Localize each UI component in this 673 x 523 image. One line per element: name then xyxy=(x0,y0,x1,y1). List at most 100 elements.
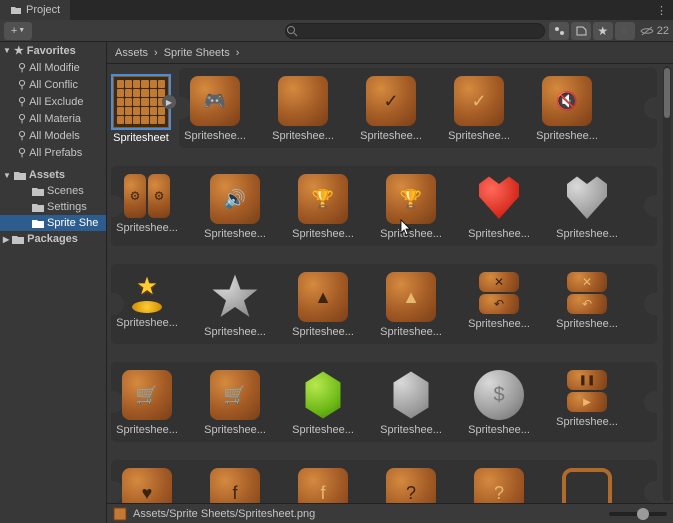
heart-icon xyxy=(474,174,524,224)
sidebar-folder-item[interactable]: Settings xyxy=(0,199,106,215)
search-input[interactable] xyxy=(285,23,545,39)
asset-cell[interactable]: ✓Spriteshee... xyxy=(449,76,509,142)
chevron-right-icon: ▶ xyxy=(3,235,9,244)
folder-icon xyxy=(32,186,44,196)
asset-cell[interactable]: ✕↶Spriteshee... xyxy=(557,272,617,338)
asset-cell[interactable]: ▲Spriteshee... xyxy=(293,272,353,338)
asset-cell[interactable]: ▶ Spritesheet xyxy=(111,76,171,144)
chevron-right-icon: › xyxy=(154,47,158,59)
sound-icon: 🔊 xyxy=(210,174,260,224)
star-icon: ★ xyxy=(14,44,24,57)
search-icon: ⚲ xyxy=(18,129,26,142)
chevron-right-icon: › xyxy=(236,47,240,59)
asset-cell[interactable]: 🔊Spriteshee... xyxy=(205,174,265,240)
close-icon: ✕ xyxy=(567,272,607,292)
asset-cell[interactable]: ▲Spriteshee... xyxy=(381,272,441,338)
sidebar-folder-item[interactable]: Scenes xyxy=(0,183,106,199)
asset-cell[interactable]: 🔇Spriteshee... xyxy=(537,76,597,142)
asset-cell[interactable]: f xyxy=(205,468,265,503)
asset-cell[interactable]: 🏆Spriteshee... xyxy=(381,174,441,240)
asset-cell[interactable]: ❚❚▶Spriteshee... xyxy=(557,370,617,436)
search-icon xyxy=(286,25,298,37)
eye-off-icon xyxy=(639,25,655,37)
play-icon: ▶ xyxy=(567,392,607,412)
add-button[interactable]: + ▼ xyxy=(4,22,32,40)
cart-icon: 🛒 xyxy=(210,370,260,420)
facebook-icon: f xyxy=(298,468,348,503)
panel-menu-icon[interactable]: ⋮ xyxy=(650,4,673,17)
asset-cell[interactable]: 🛒Spriteshee... xyxy=(117,370,177,436)
gear-icon: ⚙ xyxy=(148,174,170,218)
question-icon: ? xyxy=(386,468,436,503)
sidebar-fav-item[interactable]: ⚲All Materia xyxy=(0,110,106,127)
search-by-label-button[interactable] xyxy=(571,22,591,40)
chevron-down-icon: ▼ xyxy=(3,46,11,55)
search-icon: ⚲ xyxy=(18,146,26,159)
heart-grey-icon xyxy=(562,174,612,224)
heart-small-icon: ♥ xyxy=(122,468,172,503)
asset-cell[interactable]: 🛒Spriteshee... xyxy=(205,370,265,436)
solid-star-icon: ★ xyxy=(618,22,631,39)
sidebar-fav-item[interactable]: ⚲All Prefabs xyxy=(0,144,106,161)
asset-cell[interactable]: f xyxy=(293,468,353,503)
gamepad-icon: 🎮 xyxy=(190,76,240,126)
sidebar-folder-item-selected[interactable]: Sprite She xyxy=(0,215,106,231)
gear-icon: ⚙ xyxy=(124,174,146,218)
coin-icon: $ xyxy=(474,370,524,420)
search-icon: ⚲ xyxy=(18,61,26,74)
asset-cell[interactable]: Spriteshee... xyxy=(293,370,353,436)
tab-bar: Project ⋮ xyxy=(0,0,673,20)
asset-cell[interactable]: ? xyxy=(469,468,529,503)
search-icon: ⚲ xyxy=(18,95,26,108)
asset-cell[interactable]: ✕↶Spriteshee... xyxy=(469,272,529,338)
asset-cell[interactable]: ? xyxy=(381,468,441,503)
sidebar-favorites-header[interactable]: ▼ ★ Favorites xyxy=(0,42,106,59)
frame-icon: 99x xyxy=(562,468,612,503)
sidebar: ▼ ★ Favorites ⚲All Modifie ⚲All Conflic … xyxy=(0,42,107,523)
asset-cell[interactable]: Spriteshee... xyxy=(381,370,441,436)
save-search-button[interactable]: ★ xyxy=(593,22,613,40)
asset-cell[interactable]: Spriteshee... xyxy=(469,174,529,240)
asset-cell[interactable]: Spriteshee... xyxy=(273,76,333,142)
hidden-count[interactable]: 22 xyxy=(639,25,669,37)
tab-project[interactable]: Project xyxy=(0,0,70,20)
favorite-button[interactable]: ★ xyxy=(615,22,635,40)
breadcrumb-item[interactable]: Sprite Sheets xyxy=(164,47,230,59)
cart-icon: 🛒 xyxy=(122,370,172,420)
thumbnail-size-slider[interactable] xyxy=(609,512,667,516)
asset-cell[interactable]: ♥ xyxy=(117,468,177,503)
sidebar-fav-item[interactable]: ⚲All Modifie xyxy=(0,59,106,76)
rounded-icon xyxy=(278,76,328,126)
asset-cell[interactable]: ⚙⚙Spriteshee... xyxy=(117,174,177,240)
asset-grid[interactable]: ▶ Spritesheet 🎮Spriteshee... Spriteshee.… xyxy=(107,64,673,503)
asset-cell[interactable]: Spriteshee... xyxy=(557,174,617,240)
scrollbar[interactable] xyxy=(663,66,671,501)
footer-bar: Assets/Sprite Sheets/Spritesheet.png xyxy=(107,503,673,523)
asset-cell[interactable]: 🎮Spriteshee... xyxy=(185,76,245,142)
coin-icon xyxy=(132,301,162,313)
asset-cell[interactable]: $Spriteshee... xyxy=(469,370,529,436)
expand-sprite-icon[interactable]: ▶ xyxy=(162,95,176,109)
asset-cell[interactable]: 🏆Spriteshee... xyxy=(293,174,353,240)
search-by-type-button[interactable] xyxy=(549,22,569,40)
breadcrumb-item[interactable]: Assets xyxy=(115,47,148,59)
facebook-icon: f xyxy=(210,468,260,503)
footer-path: Assets/Sprite Sheets/Spritesheet.png xyxy=(133,508,315,520)
sidebar-packages-header[interactable]: ▶ Packages xyxy=(0,231,106,247)
sidebar-assets-header[interactable]: ▼ Assets xyxy=(0,167,106,183)
undo-icon: ↶ xyxy=(567,294,607,314)
sidebar-fav-item[interactable]: ⚲All Conflic xyxy=(0,76,106,93)
gem-grey-icon xyxy=(386,370,436,420)
sidebar-fav-item[interactable]: ⚲All Models xyxy=(0,127,106,144)
asset-cell[interactable]: 99x xyxy=(557,468,617,503)
chevron-down-icon: ▼ xyxy=(3,171,11,180)
spritesheet-thumb[interactable]: ▶ xyxy=(113,76,169,128)
up-arrow-icon: ▲ xyxy=(386,272,436,322)
asset-cell[interactable]: ★Spriteshee... xyxy=(117,272,177,338)
mute-icon: 🔇 xyxy=(542,76,592,126)
scrollbar-thumb[interactable] xyxy=(664,68,670,118)
asset-cell[interactable]: Spriteshee... xyxy=(205,272,265,338)
sidebar-fav-item[interactable]: ⚲All Exclude xyxy=(0,93,106,110)
trophy-icon: 🏆 xyxy=(298,174,348,224)
asset-cell[interactable]: ✓Spriteshee... xyxy=(361,76,421,142)
